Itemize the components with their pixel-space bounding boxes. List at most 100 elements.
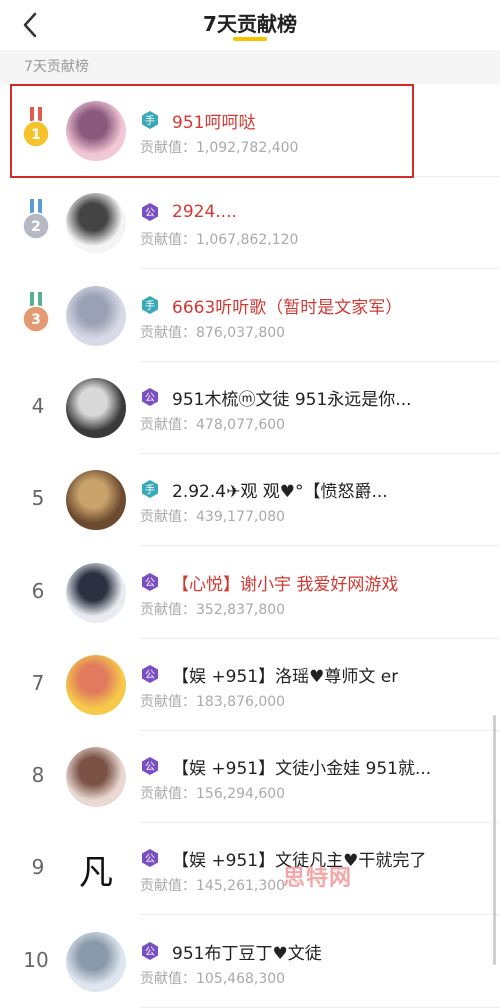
contribution-value: 贡献值：145,261,300 bbox=[140, 875, 285, 895]
medal-rank-number: 3 bbox=[31, 312, 41, 328]
contribution-label: 贡献值： bbox=[140, 602, 196, 618]
user-name[interactable]: 2924.... bbox=[172, 202, 237, 222]
contribution-label: 贡献值： bbox=[140, 878, 196, 894]
contribution-number: 145,261,300 bbox=[196, 878, 286, 894]
leaderboard-row[interactable]: 3 手 6663听听歌（暂时是文家军） 贡献值：876,037,800 bbox=[0, 270, 500, 362]
name-line: 公 2924.... bbox=[140, 199, 470, 225]
watermark-text: 思特网 bbox=[283, 866, 353, 891]
svg-text:公: 公 bbox=[145, 762, 155, 773]
svg-text:公: 公 bbox=[145, 208, 155, 219]
section-label: 7天贡献榜 bbox=[0, 50, 500, 84]
name-line: 公 【娱 +951】文徒小金娃 951就... bbox=[140, 753, 470, 779]
user-name[interactable]: 【娱 +951】文徒小金娃 951就... bbox=[172, 754, 431, 779]
contribution-label: 贡献值： bbox=[140, 232, 196, 248]
contribution-number: 352,837,800 bbox=[196, 602, 286, 618]
contribution-label: 贡献值： bbox=[140, 325, 196, 341]
avatar[interactable] bbox=[66, 747, 126, 807]
contribution-number: 876,037,800 bbox=[196, 325, 286, 341]
contribution-number: 183,876,000 bbox=[196, 694, 286, 710]
rank-number: 9 bbox=[31, 855, 45, 879]
user-name[interactable]: 【心悦】谢小宇 我爱好网游戏 bbox=[172, 570, 398, 595]
name-line: 手 2.92.4✈观 观♥°【愤怒爵... bbox=[140, 476, 470, 502]
top-rank-highlight-box bbox=[10, 84, 414, 178]
rank-number: 10 bbox=[23, 948, 49, 972]
svg-text:公: 公 bbox=[145, 670, 155, 681]
contribution-value: 贡献值：352,837,800 bbox=[140, 599, 285, 619]
row-divider bbox=[140, 545, 500, 546]
teal-level-badge-icon: 手 bbox=[142, 480, 158, 498]
leaderboard-row[interactable]: 6 公 【心悦】谢小宇 我爱好网游戏贡献值：352,837,800 bbox=[0, 547, 500, 639]
scrollbar[interactable] bbox=[493, 715, 496, 965]
user-name[interactable]: 951木梳ⓜ文徒 951永远是你... bbox=[172, 385, 412, 410]
svg-text:公: 公 bbox=[145, 947, 155, 958]
avatar[interactable] bbox=[66, 378, 126, 438]
user-name[interactable]: 2.92.4✈观 观♥°【愤怒爵... bbox=[172, 477, 388, 502]
teal-level-badge-icon: 手 bbox=[142, 296, 158, 314]
rank-number: 5 bbox=[31, 486, 45, 510]
user-name[interactable]: 6663听听歌（暂时是文家军） bbox=[172, 293, 402, 318]
svg-text:手: 手 bbox=[145, 483, 155, 496]
user-name[interactable]: 951布丁豆丁♥文徒 bbox=[172, 939, 322, 964]
leaderboard-row[interactable]: 2 公 2924.... 贡献值：1,067,862,120 bbox=[0, 177, 500, 269]
rank-number: 4 bbox=[31, 394, 45, 418]
purple-level-badge-icon: 公 bbox=[142, 849, 158, 867]
avatar[interactable] bbox=[66, 655, 126, 715]
avatar[interactable] bbox=[66, 193, 126, 253]
purple-level-badge-icon: 公 bbox=[142, 573, 158, 591]
contribution-label: 贡献值： bbox=[140, 694, 196, 710]
leaderboard-row[interactable]: 4 公 951木梳ⓜ文徒 951永远是你... 贡献值：478,077,600 bbox=[0, 362, 500, 454]
contribution-value: 贡献值：478,077,600 bbox=[140, 414, 285, 434]
avatar[interactable] bbox=[66, 470, 126, 530]
purple-level-badge-icon: 公 bbox=[142, 665, 158, 683]
name-line: 公 【心悦】谢小宇 我爱好网游戏 bbox=[140, 569, 470, 595]
user-name[interactable]: 【娱 +951】洛瑶♥尊师文 er bbox=[172, 662, 398, 687]
bronze-medal-icon: 3 bbox=[22, 292, 50, 333]
avatar[interactable] bbox=[66, 563, 126, 623]
leaderboard-row[interactable]: 10 公 951布丁豆丁♥文徒贡献值：105,468,300 bbox=[0, 916, 500, 1008]
header-bar: 7天贡献榜 bbox=[0, 0, 500, 50]
leaderboard-row[interactable]: 5 手 2.92.4✈观 观♥°【愤怒爵... 贡献值：439,177,080 bbox=[0, 454, 500, 546]
purple-level-badge-icon: 公 bbox=[142, 942, 158, 960]
contribution-label: 贡献值： bbox=[140, 417, 196, 433]
rank-number: 7 bbox=[31, 671, 45, 695]
leaderboard-row[interactable]: 8 公 【娱 +951】文徒小金娃 951就... 贡献值：156,294,600 bbox=[0, 731, 500, 823]
contribution-number: 439,177,080 bbox=[196, 509, 286, 525]
contribution-value: 贡献值：1,067,862,120 bbox=[140, 229, 298, 249]
name-line: 公 951木梳ⓜ文徒 951永远是你... bbox=[140, 384, 470, 410]
avatar[interactable]: 凡 bbox=[66, 839, 126, 899]
name-line: 手 6663听听歌（暂时是文家军） bbox=[140, 292, 470, 318]
contribution-value: 贡献值：183,876,000 bbox=[140, 691, 285, 711]
contribution-value: 贡献值：439,177,080 bbox=[140, 506, 285, 526]
svg-text:公: 公 bbox=[145, 854, 155, 865]
purple-level-badge-icon: 公 bbox=[142, 757, 158, 775]
medal-rank-number: 2 bbox=[31, 219, 41, 235]
contribution-label: 贡献值： bbox=[140, 509, 196, 525]
contribution-number: 478,077,600 bbox=[196, 417, 286, 433]
avatar[interactable] bbox=[66, 286, 126, 346]
rank-number: 8 bbox=[31, 763, 45, 787]
svg-text:手: 手 bbox=[145, 299, 155, 312]
page-title: 7天贡献榜 bbox=[203, 12, 297, 36]
purple-level-badge-icon: 公 bbox=[142, 203, 158, 221]
contribution-number: 105,468,300 bbox=[196, 971, 286, 987]
contribution-value: 贡献值：876,037,800 bbox=[140, 322, 285, 342]
rank-number: 6 bbox=[31, 579, 45, 603]
purple-level-badge-icon: 公 bbox=[142, 388, 158, 406]
row-divider bbox=[140, 914, 500, 915]
row-divider bbox=[140, 268, 500, 269]
title-underline bbox=[233, 37, 267, 41]
avatar[interactable] bbox=[66, 932, 126, 992]
contribution-number: 1,067,862,120 bbox=[196, 232, 299, 248]
contribution-label: 贡献值： bbox=[140, 971, 196, 987]
leaderboard-row[interactable]: 9 凡公【娱 +951】文徒凡主♥干就完了 贡献值：145,261,300 bbox=[0, 823, 500, 915]
contribution-label: 贡献值： bbox=[140, 786, 196, 802]
contribution-value: 贡献值：105,468,300 bbox=[140, 968, 285, 988]
name-line: 公 951布丁豆丁♥文徒 bbox=[140, 938, 470, 964]
contribution-value: 贡献值：156,294,600 bbox=[140, 783, 285, 803]
name-line: 公 【娱 +951】洛瑶♥尊师文 er bbox=[140, 661, 470, 687]
contribution-number: 156,294,600 bbox=[196, 786, 286, 802]
silver-medal-icon: 2 bbox=[22, 199, 50, 240]
svg-text:公: 公 bbox=[145, 578, 155, 589]
svg-text:公: 公 bbox=[145, 393, 155, 404]
leaderboard-row[interactable]: 7 公 【娱 +951】洛瑶♥尊师文 er 贡献值：183,876,000 bbox=[0, 639, 500, 731]
